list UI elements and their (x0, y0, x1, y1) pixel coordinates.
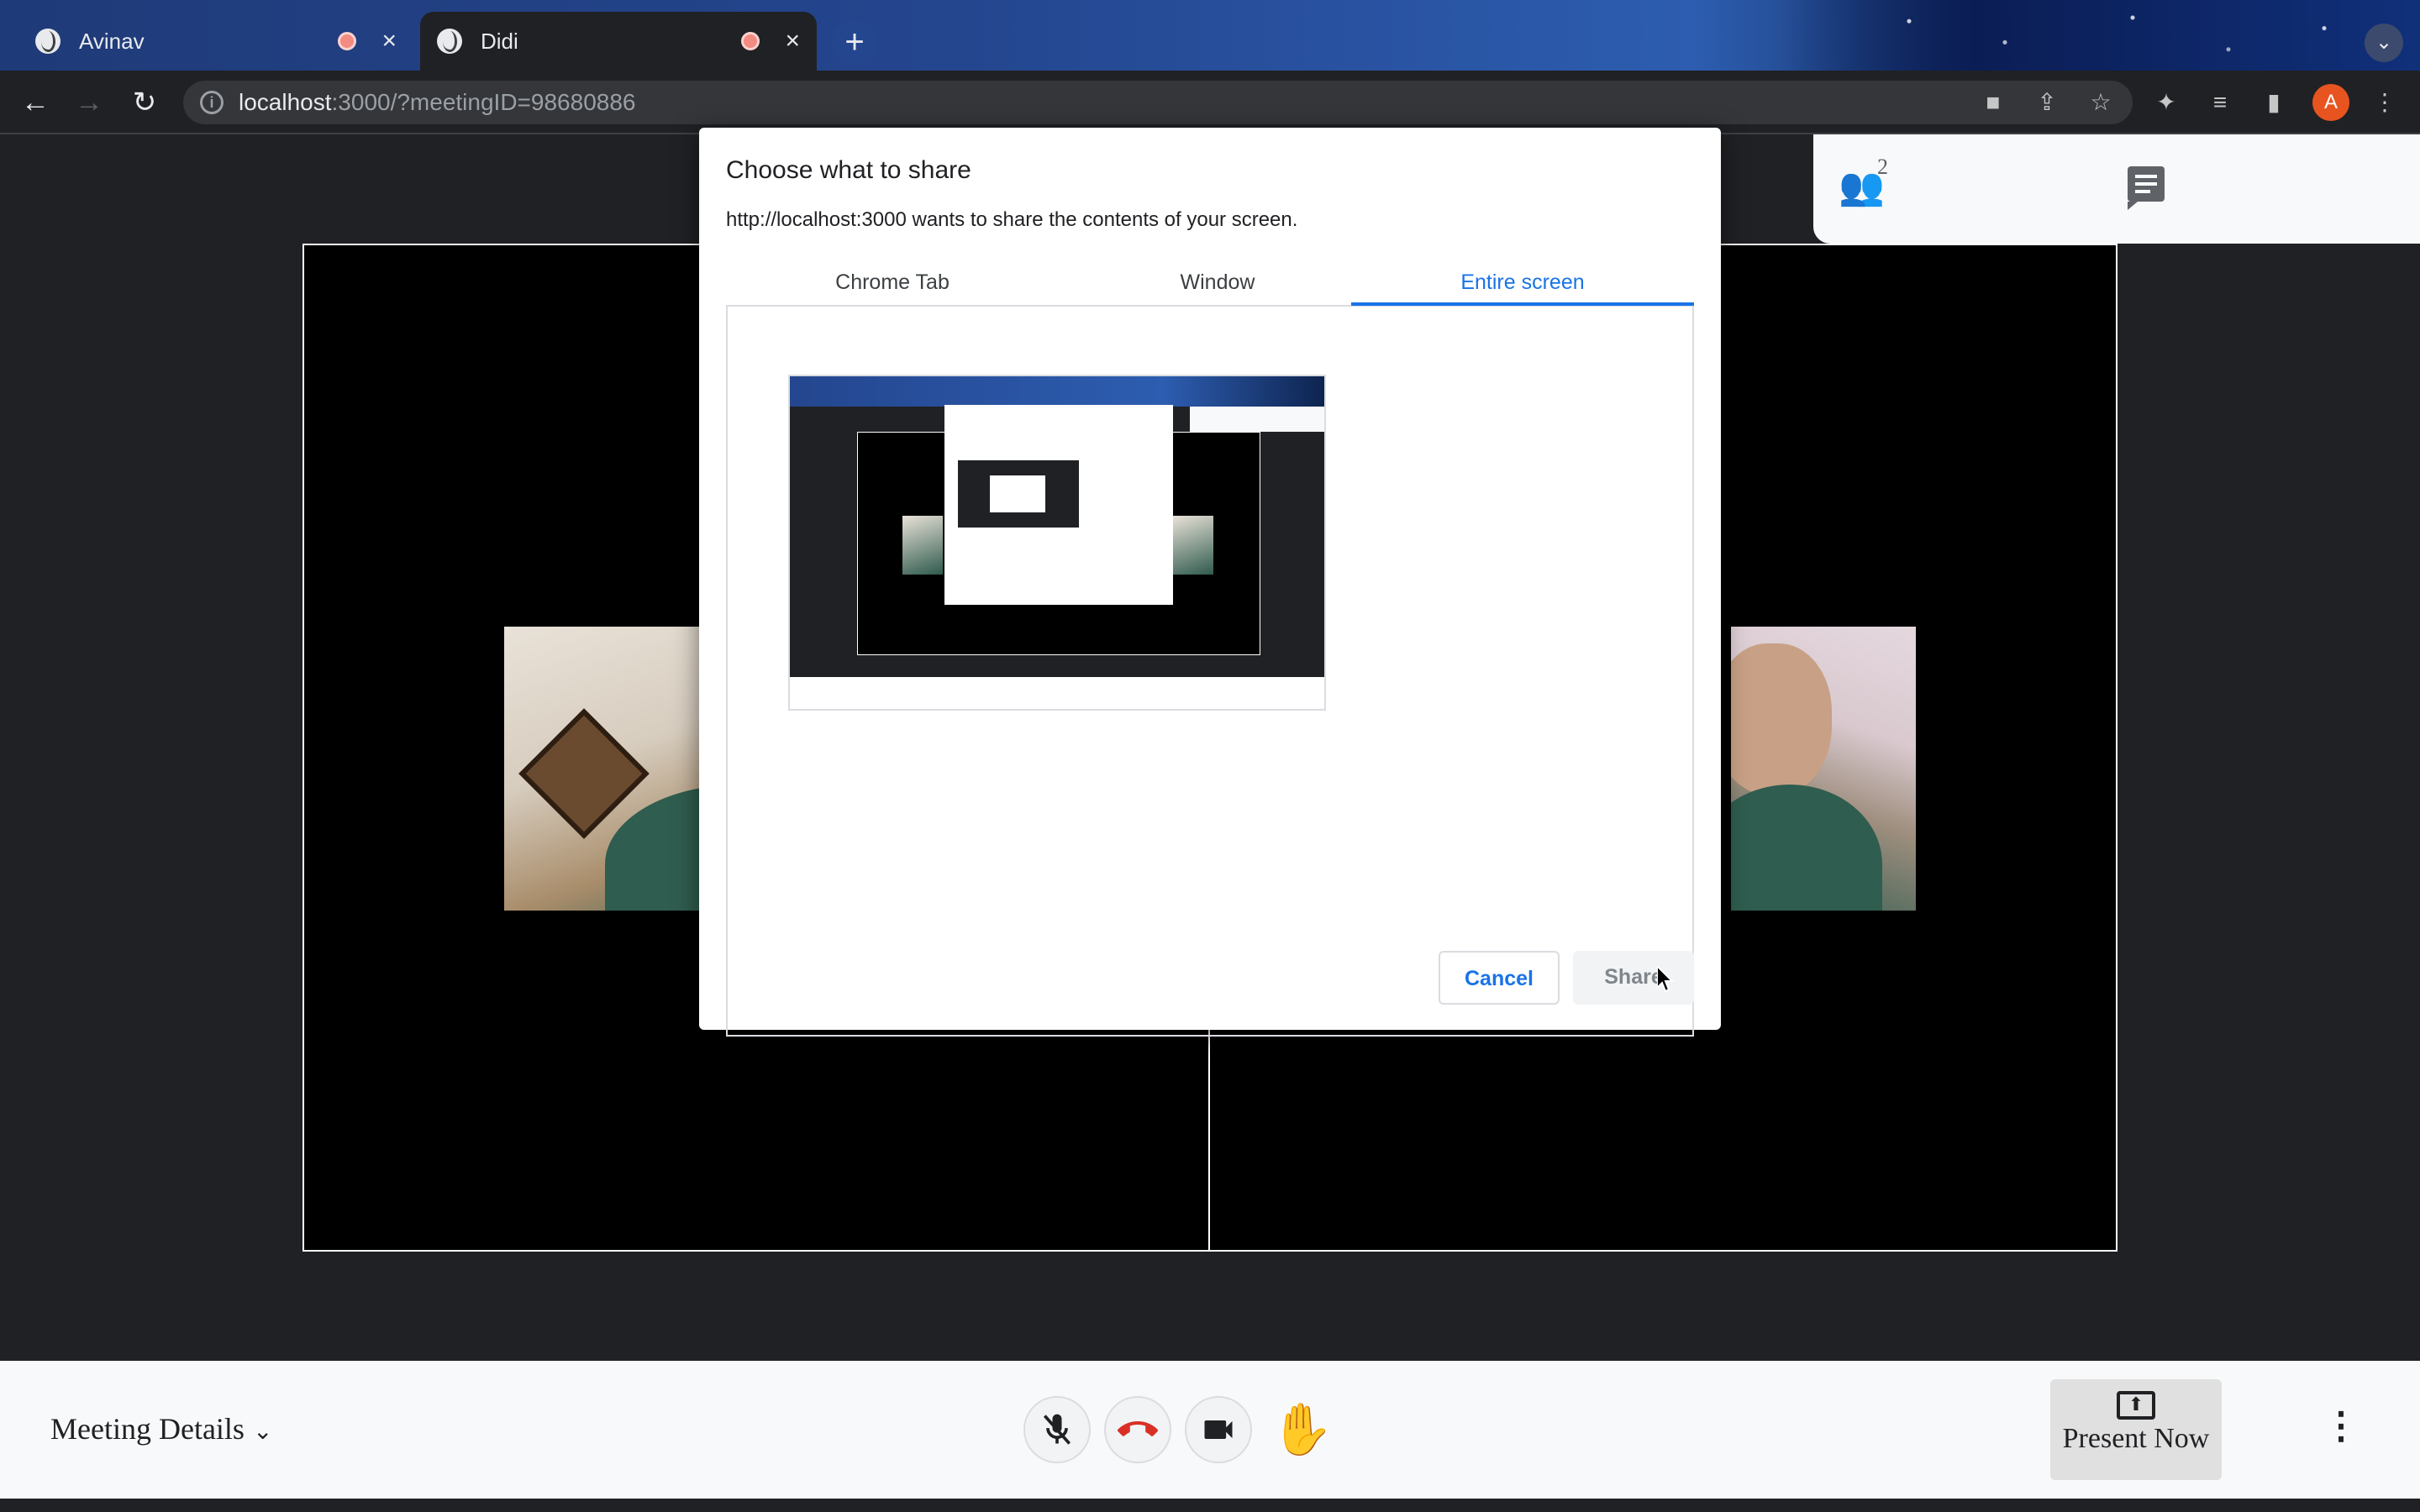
close-icon[interactable]: × (785, 27, 800, 55)
record-icon (741, 32, 760, 50)
extensions-icon[interactable]: ✦ (2151, 87, 2181, 118)
browser-tab-avinav[interactable]: Avinav × (18, 12, 413, 71)
sidepanel-icon[interactable]: ▮ (2259, 87, 2289, 118)
star-icon[interactable]: ☆ (2086, 87, 2116, 118)
thumb-bottom-bar (790, 677, 1324, 709)
share-dialog: Choose what to share http://localhost:30… (699, 128, 1721, 1037)
thumb-nested-screen (958, 460, 1079, 528)
participant-face (1731, 643, 1832, 795)
mic-off-icon[interactable] (1023, 1396, 1091, 1463)
dialog-title: Choose what to share (726, 156, 971, 184)
tab-search-button[interactable]: ⌄ (2365, 24, 2403, 62)
participant-figure (1731, 785, 1882, 911)
share-icon[interactable]: ⇪ (2032, 87, 2062, 118)
tab-title: Avinav (79, 28, 145, 54)
new-tab-button[interactable]: + (832, 20, 877, 66)
present-icon: ⬆ (2117, 1391, 2155, 1420)
chevron-down-icon: ⌄ (252, 1419, 273, 1445)
video-icon[interactable] (1185, 1396, 1252, 1463)
info-icon[interactable]: i (200, 91, 224, 114)
screen-thumbnail[interactable] (788, 375, 1326, 711)
participant-video-right (1731, 627, 1916, 911)
chat-icon[interactable] (2128, 166, 2165, 210)
thumb-video (902, 516, 943, 575)
camera-icon[interactable]: ■ (1978, 87, 2008, 118)
url-text[interactable]: localhost:3000/?meetingID=98680886 (239, 89, 635, 116)
hand-icon[interactable]: ✋ (1270, 1399, 1334, 1459)
cancel-button[interactable]: Cancel (1439, 951, 1560, 1005)
meeting-details-button[interactable]: Meeting Details ⌄ (50, 1411, 272, 1446)
record-icon (338, 32, 357, 50)
stage-divider (1208, 1025, 1210, 1250)
source-list-content (726, 306, 1694, 1038)
close-icon[interactable]: × (381, 27, 397, 55)
dialog-subtitle: http://localhost:3000 wants to share the… (726, 208, 1298, 231)
more-options-icon[interactable]: ⋮ (2323, 1404, 2360, 1447)
side-panel-header (1813, 134, 2420, 244)
thumb-video (1173, 516, 1213, 575)
globe-icon (35, 29, 60, 54)
forward-icon[interactable]: → (71, 84, 108, 121)
profile-avatar[interactable]: A (2312, 84, 2349, 121)
back-icon[interactable]: ← (17, 84, 54, 121)
reload-icon[interactable]: ↻ (126, 84, 163, 121)
tab-title: Didi (481, 28, 518, 54)
more-icon[interactable]: ⋮ (2370, 87, 2400, 118)
thumb-browser-chrome (790, 376, 1324, 407)
thumb-side-panel (1190, 407, 1324, 432)
end-call-icon[interactable] (1104, 1396, 1171, 1463)
present-now-button[interactable]: ⬆ Present Now (2050, 1379, 2222, 1480)
globe-icon (437, 29, 462, 54)
media-icon[interactable]: ≡ (2205, 87, 2235, 118)
theme-background (1781, 0, 2420, 71)
participant-count: 2 (1877, 155, 1888, 179)
browser-tab-didi[interactable]: Didi × (420, 12, 817, 71)
